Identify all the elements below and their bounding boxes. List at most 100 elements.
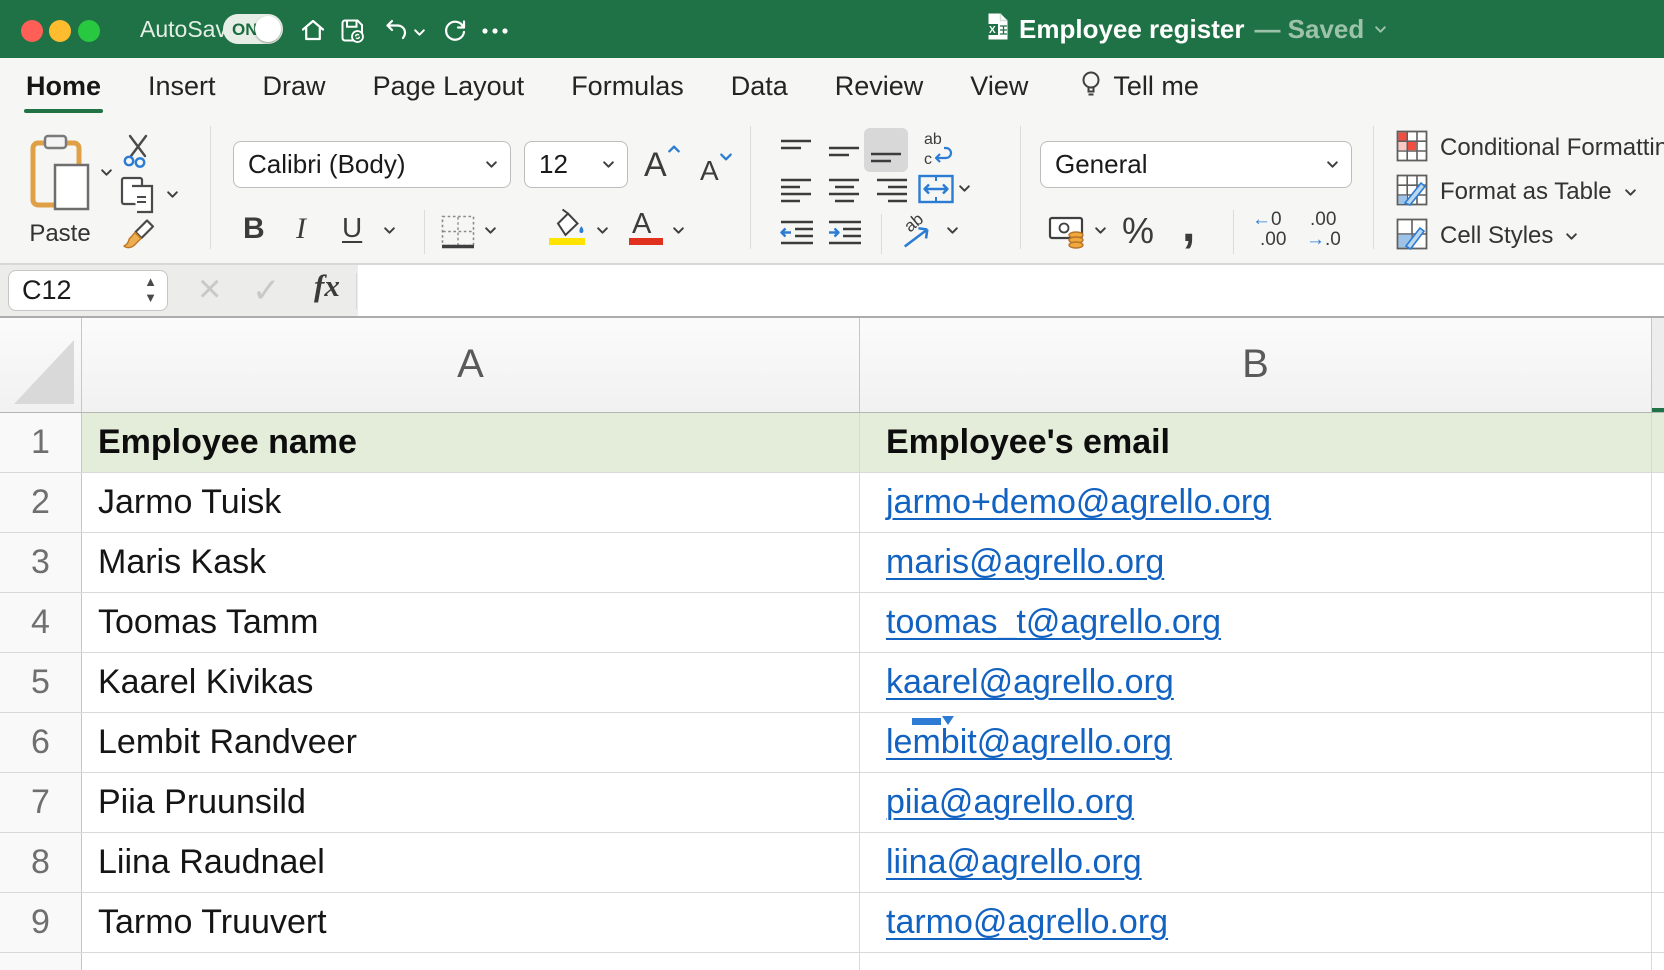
redo-button[interactable] [442, 17, 468, 48]
employee-name-cell[interactable] [82, 953, 860, 970]
email-link[interactable]: liina@agrello.org [886, 843, 1142, 881]
number-format-select[interactable]: General [1040, 141, 1352, 188]
employee-email-cell[interactable]: lembit@agrello.org [860, 713, 1652, 772]
employee-email-cell[interactable]: kaarel@agrello.org [860, 653, 1652, 712]
align-center-button[interactable] [828, 176, 860, 213]
employee-email-cell[interactable]: tarmo@agrello.org [860, 893, 1652, 952]
underline-button[interactable]: U [342, 212, 362, 244]
borders-menu-chevron-icon[interactable] [484, 226, 497, 235]
paste-button[interactable]: Paste [16, 126, 116, 250]
comma-style-button[interactable]: , [1182, 198, 1195, 253]
borders-button[interactable] [440, 214, 476, 255]
email-link[interactable]: piia@agrello.org [886, 783, 1134, 821]
tab-view[interactable]: View [970, 71, 1028, 102]
row-number[interactable]: 5 [0, 653, 82, 712]
employee-email-cell[interactable]: liina@agrello.org [860, 833, 1652, 892]
fill-color-chevron-icon[interactable] [596, 226, 609, 235]
copy-menu-chevron-icon[interactable] [166, 190, 179, 199]
home-icon[interactable] [300, 17, 326, 48]
accounting-format-button[interactable] [1048, 212, 1088, 255]
enter-button[interactable]: ✓ [252, 271, 281, 311]
employee-name-cell[interactable]: Piia Pruunsild [82, 773, 860, 832]
tab-page-layout[interactable]: Page Layout [373, 71, 525, 102]
row-number[interactable]: 6 [0, 713, 82, 772]
email-link[interactable]: kaarel@agrello.org [886, 663, 1174, 701]
tab-draw[interactable]: Draw [263, 71, 326, 102]
email-link[interactable]: tarmo@agrello.org [886, 903, 1168, 941]
employee-name-cell[interactable]: Maris Kask [82, 533, 860, 592]
employee-email-cell[interactable]: toomas_t@agrello.org [860, 593, 1652, 652]
grow-font-button[interactable]: A [644, 144, 681, 185]
accounting-chevron-icon[interactable] [1094, 226, 1107, 235]
align-right-button[interactable] [876, 176, 908, 213]
select-all-corner[interactable] [0, 318, 82, 412]
decrease-decimal-button[interactable]: .00 →.0 [1306, 210, 1358, 250]
font-name-select[interactable]: Calibri (Body) [233, 141, 511, 188]
employee-name-cell[interactable]: Toomas Tamm [82, 593, 860, 652]
employee-email-cell[interactable]: piia@agrello.org [860, 773, 1652, 832]
row-number[interactable]: 9 [0, 893, 82, 952]
sliver-cell[interactable] [1652, 953, 1664, 970]
format-painter-button[interactable] [118, 218, 158, 257]
merge-menu-chevron-icon[interactable] [958, 184, 971, 193]
employee-name-cell[interactable]: Kaarel Kivikas [82, 653, 860, 712]
align-middle-button[interactable] [828, 136, 860, 173]
employee-name-cell[interactable]: Liina Raudnael [82, 833, 860, 892]
undo-button[interactable] [383, 17, 409, 48]
format-as-table-button[interactable]: Format as Table [1396, 172, 1637, 212]
formula-input[interactable] [358, 265, 1664, 316]
align-left-button[interactable] [780, 176, 812, 213]
fill-color-button[interactable] [548, 208, 586, 243]
autosave-toggle[interactable]: ON [223, 14, 283, 44]
close-window-button[interactable] [21, 20, 43, 42]
font-color-chevron-icon[interactable] [672, 226, 685, 235]
row-number[interactable]: 2 [0, 473, 82, 532]
cell-flag-marker[interactable] [912, 716, 957, 730]
email-link[interactable]: maris@agrello.org [886, 543, 1164, 581]
decrease-indent-button[interactable] [780, 218, 814, 257]
cut-button[interactable] [122, 134, 154, 173]
italic-button[interactable]: I [296, 212, 306, 246]
percent-style-button[interactable]: % [1122, 210, 1154, 252]
tab-home[interactable]: Home [26, 71, 101, 102]
tab-data[interactable]: Data [731, 71, 788, 102]
row-number[interactable]: 3 [0, 533, 82, 592]
underline-menu-chevron-icon[interactable] [383, 226, 396, 235]
row-number[interactable]: 4 [0, 593, 82, 652]
sliver-cell[interactable] [1652, 473, 1664, 532]
email-link[interactable]: toomas_t@agrello.org [886, 603, 1221, 641]
sliver-cell[interactable] [1652, 653, 1664, 712]
align-bottom-button[interactable] [864, 128, 908, 172]
sliver-cell[interactable] [1652, 893, 1664, 952]
bold-button[interactable]: B [243, 212, 265, 246]
employee-name-cell[interactable]: Employee name [82, 413, 860, 472]
tab-insert[interactable]: Insert [148, 71, 216, 102]
employee-email-cell[interactable]: jarmo+demo@agrello.org [860, 473, 1652, 532]
copy-button[interactable] [120, 176, 160, 223]
name-box[interactable]: C12 ▲▼ [8, 270, 168, 311]
email-link[interactable]: jarmo+demo@agrello.org [886, 483, 1271, 521]
doc-title-chevron-icon[interactable] [1374, 25, 1387, 34]
employee-email-cell[interactable]: Employee's email [860, 413, 1652, 472]
employee-email-cell[interactable]: maris@agrello.org [860, 533, 1652, 592]
employee-email-cell[interactable] [860, 953, 1652, 970]
zoom-window-button[interactable] [78, 20, 100, 42]
text-orientation-button[interactable]: ab [898, 212, 942, 261]
font-color-button[interactable]: A [632, 208, 651, 241]
email-link[interactable]: Employee's email [886, 423, 1170, 461]
cancel-button[interactable]: × [198, 267, 221, 312]
insert-function-button[interactable]: fx [314, 268, 340, 304]
column-header-b[interactable]: B [860, 318, 1652, 412]
shrink-font-button[interactable]: A [700, 152, 733, 187]
column-header-a[interactable]: A [82, 318, 860, 412]
tell-me-button[interactable]: Tell me [1079, 69, 1199, 104]
orientation-chevron-icon[interactable] [946, 226, 959, 235]
tab-formulas[interactable]: Formulas [571, 71, 684, 102]
row-number[interactable]: 8 [0, 833, 82, 892]
row-number[interactable]: 7 [0, 773, 82, 832]
sliver-cell[interactable] [1652, 833, 1664, 892]
sliver-cell[interactable] [1652, 533, 1664, 592]
align-top-button[interactable] [780, 136, 812, 173]
employee-name-cell[interactable]: Lembit Randveer [82, 713, 860, 772]
increase-decimal-button[interactable]: ←0 .00 [1252, 210, 1304, 250]
